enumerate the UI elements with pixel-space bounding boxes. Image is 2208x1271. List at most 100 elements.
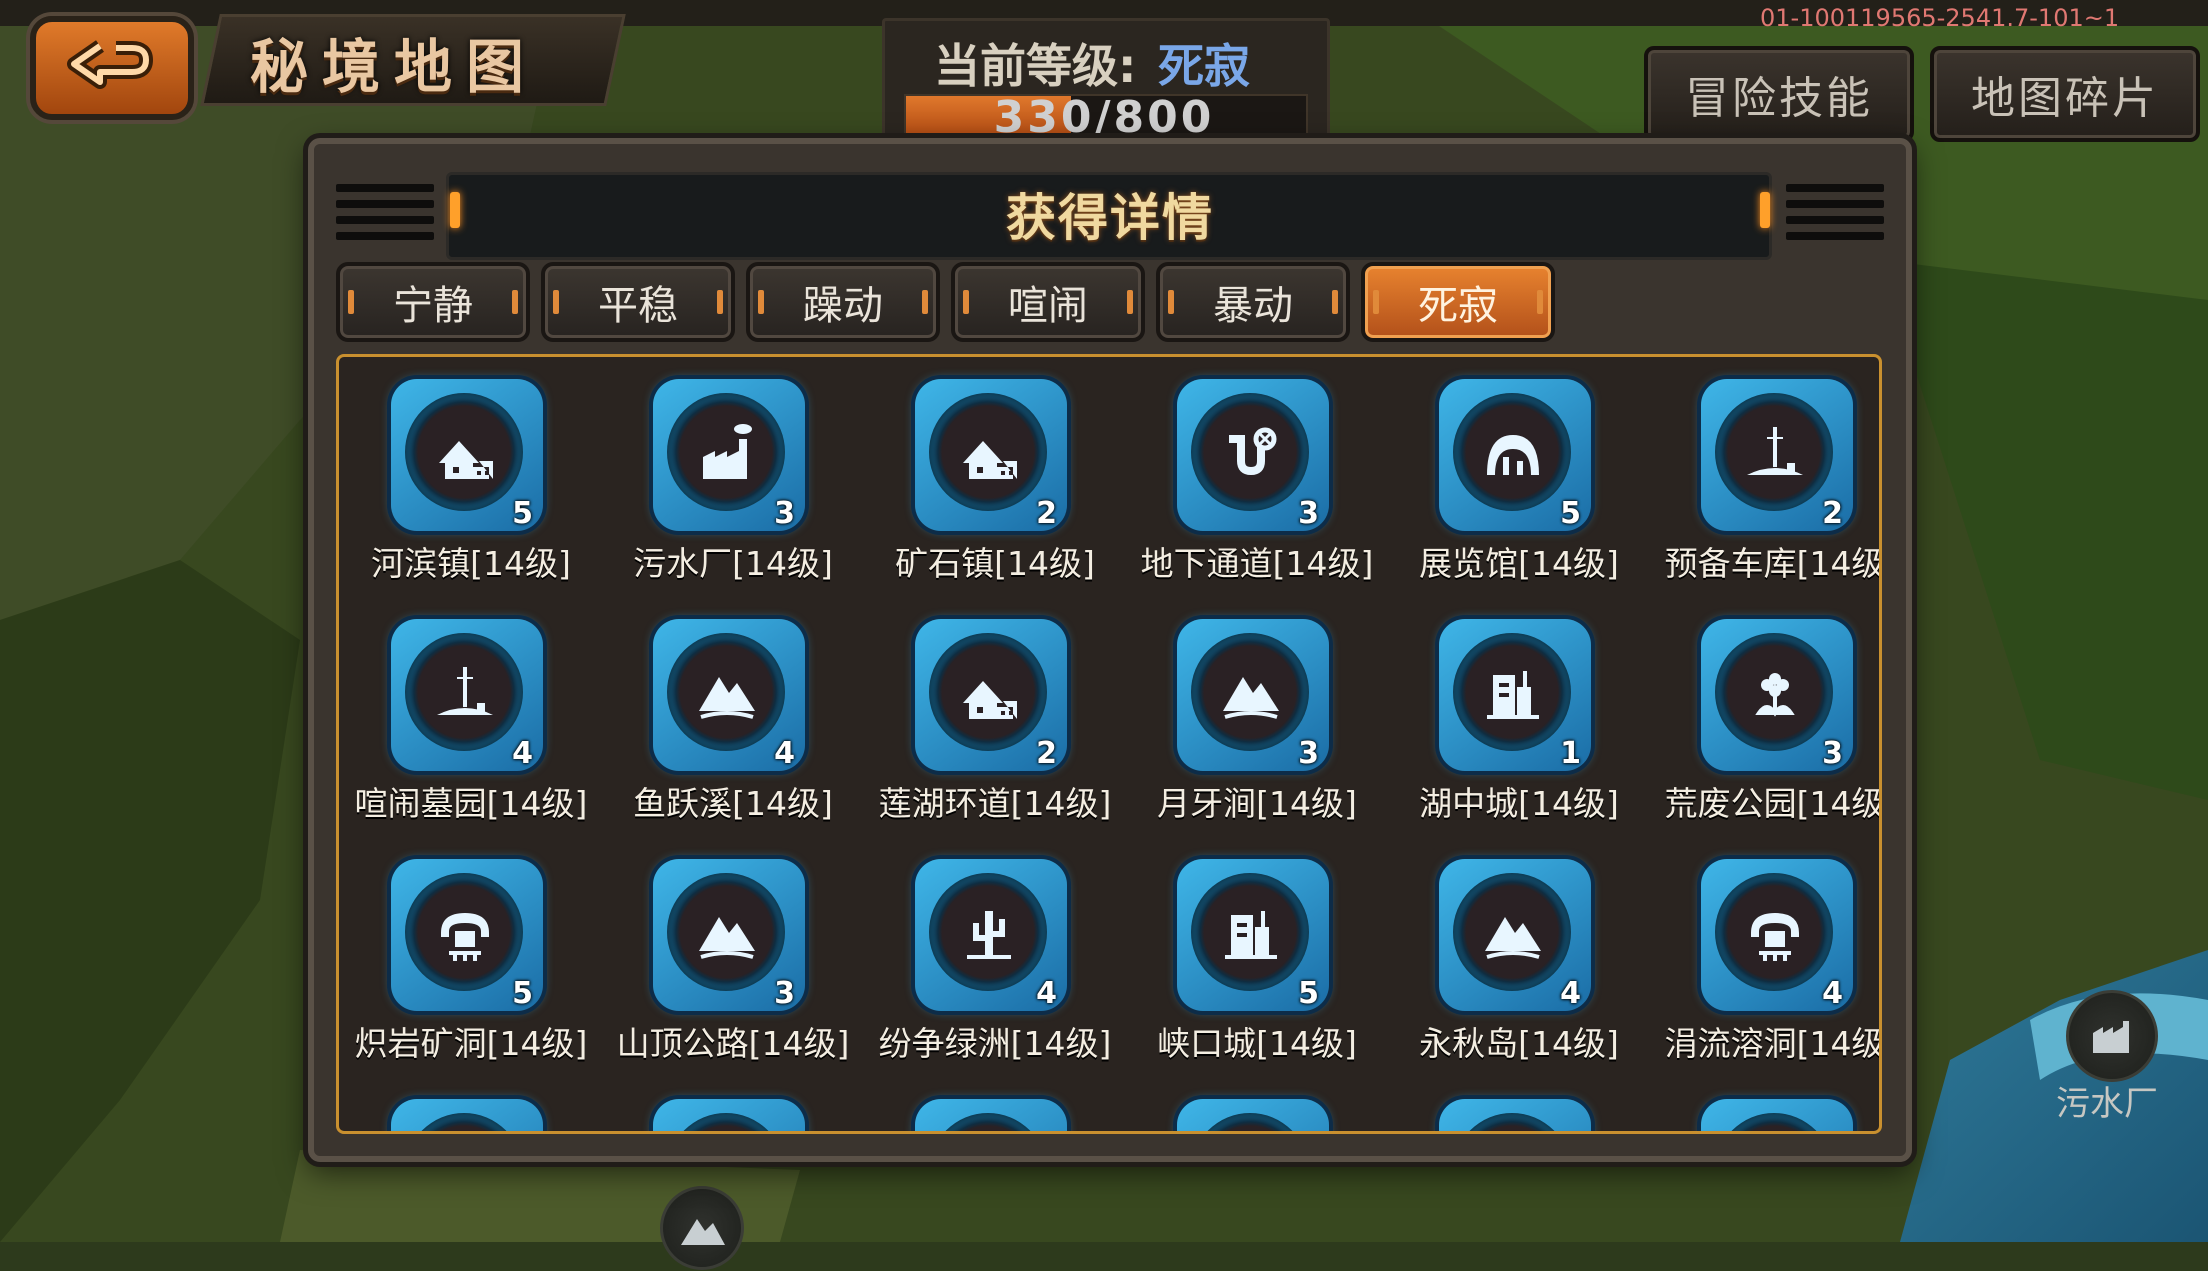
location-count: 2 [1036, 496, 1057, 531]
location-count: 3 [774, 496, 795, 531]
location-item[interactable]: 5 炽岩矿洞[14级] [343, 841, 599, 1071]
location-label: 炽岩矿洞[14级] [354, 1024, 588, 1063]
tab-1[interactable]: 平稳 [541, 262, 735, 342]
location-badge: 3 [1701, 619, 1853, 771]
back-button[interactable] [30, 16, 194, 120]
location-item[interactable]: 3 山顶公路[14级] [605, 841, 861, 1071]
location-count: 3 [1298, 496, 1319, 531]
location-badge [915, 1099, 1067, 1131]
location-count: 4 [1560, 976, 1581, 1011]
version-text: 01-100119565-2541.7-101~1 [1760, 4, 2120, 32]
location-item[interactable]: 2 莲湖环道[14级] [867, 601, 1123, 831]
tab-3[interactable]: 喧闹 [951, 262, 1145, 342]
tab-label: 平稳 [598, 283, 678, 329]
location-item[interactable]: 2 预备车库[14级] [1653, 361, 1879, 591]
badge-ring [929, 1113, 1047, 1131]
factory-icon [2093, 1021, 2129, 1053]
badge-ring [1715, 1113, 1833, 1131]
tab-nub [922, 290, 928, 314]
building-icon [1225, 911, 1277, 959]
location-count: 5 [1298, 976, 1319, 1011]
location-item[interactable]: 2 矿石镇[14级] [867, 361, 1123, 591]
location-count: 5 [512, 976, 533, 1011]
house-icon [439, 441, 493, 479]
mountain-icon [1223, 677, 1279, 719]
location-item-partial[interactable] [1391, 1081, 1647, 1131]
location-item[interactable]: 3 地下通道[14级] [1129, 361, 1385, 591]
location-item-partial[interactable] [1129, 1081, 1385, 1131]
tab-nub [1373, 290, 1379, 314]
location-count: 3 [1298, 736, 1319, 771]
location-item[interactable]: 5 河滨镇[14级] [343, 361, 599, 591]
location-item[interactable]: 4 涓流溶洞[14级] [1653, 841, 1879, 1071]
level-value: 死寂 [1158, 39, 1250, 93]
tab-nub [1537, 290, 1543, 314]
badge-ring [1191, 1113, 1309, 1131]
location-grid[interactable]: 5 河滨镇[14级] 3 污水厂[14级] 2 矿石镇[14级] 3 地下通道[14级] 5 展览… [336, 354, 1882, 1134]
location-count: 4 [512, 736, 533, 771]
location-item[interactable]: 5 峡口城[14级] [1129, 841, 1385, 1071]
location-item[interactable]: 4 喧闹墓园[14级] [343, 601, 599, 831]
tab-label: 暴动 [1213, 283, 1293, 329]
location-item-partial[interactable] [867, 1081, 1123, 1131]
location-label: 涓流溶洞[14级] [1664, 1024, 1882, 1063]
adventure-skill-button[interactable]: 冒险技能 [1644, 46, 1914, 142]
location-item[interactable]: 4 永秋岛[14级] [1391, 841, 1647, 1071]
tower-icon [1747, 427, 1803, 475]
location-badge: 2 [915, 379, 1067, 531]
location-badge: 2 [915, 619, 1067, 771]
map-marker-sewage-plant[interactable] [2066, 990, 2158, 1082]
location-label: 污水厂[14级] [633, 544, 833, 583]
location-item[interactable]: 1 湖中城[14级] [1391, 601, 1647, 831]
tab-0[interactable]: 宁静 [336, 262, 530, 342]
location-item-partial[interactable] [343, 1081, 599, 1131]
mountain-icon [699, 917, 755, 959]
location-label: 喧闹墓园[14级] [354, 784, 588, 823]
location-badge: 5 [1439, 379, 1591, 531]
tab-nub [512, 290, 518, 314]
location-count: 4 [774, 736, 795, 771]
location-label: 荒废公园[14级] [1664, 784, 1882, 823]
location-badge: 5 [391, 379, 543, 531]
location-count: 4 [1036, 976, 1057, 1011]
location-item[interactable]: 4 鱼跃溪[14级] [605, 601, 861, 831]
location-badge: 4 [915, 859, 1067, 1011]
mine-icon [441, 913, 489, 961]
location-item[interactable]: 4 纷争绿洲[14级] [867, 841, 1123, 1071]
screen-title: 秘境地图 [250, 33, 539, 101]
location-badge [391, 1099, 543, 1131]
location-item[interactable]: 3 月牙涧[14级] [1129, 601, 1385, 831]
factory-icon [703, 424, 752, 479]
house-icon [963, 681, 1017, 719]
location-label: 纷争绿洲[14级] [878, 1024, 1112, 1063]
tab-5[interactable]: 死寂 [1361, 262, 1555, 342]
back-arrow-icon [67, 40, 153, 89]
location-badge: 3 [1177, 619, 1329, 771]
tab-label: 躁动 [803, 283, 883, 329]
map-fragments-button[interactable]: 地图碎片 [1930, 46, 2200, 142]
location-item-partial[interactable] [1653, 1081, 1879, 1131]
location-badge [1701, 1099, 1853, 1131]
acquisition-details-dialog: 获得详情 宁静 平稳 躁动 喧闹 暴动 死寂 5 河滨镇[14级] 3 污水厂[14级] 2 矿石镇… [308, 138, 1912, 1162]
location-label: 鱼跃溪[14级] [633, 784, 833, 823]
tab-2[interactable]: 躁动 [746, 262, 940, 342]
location-badge [653, 1099, 805, 1131]
map-marker[interactable] [660, 1186, 744, 1270]
tab-label: 喧闹 [1008, 283, 1088, 329]
tab-label: 宁静 [393, 283, 473, 329]
location-label: 莲湖环道[14级] [878, 784, 1112, 823]
location-badge: 3 [653, 859, 805, 1011]
building-icon [1487, 671, 1539, 719]
location-item[interactable]: 5 展览馆[14级] [1391, 361, 1647, 591]
location-badge: 4 [391, 619, 543, 771]
location-badge: 4 [653, 619, 805, 771]
tab-nub [348, 290, 354, 314]
mountain-icon [699, 677, 755, 719]
location-item[interactable]: 3 荒废公园[14级] [1653, 601, 1879, 831]
location-label: 湖中城[14级] [1419, 784, 1619, 823]
location-item-partial[interactable] [605, 1081, 861, 1131]
location-count: 2 [1822, 496, 1843, 531]
top-bar: 秘境地图 当前等级: 死寂 330/800 01-100119565-2541.… [0, 0, 2208, 152]
tab-4[interactable]: 暴动 [1156, 262, 1350, 342]
location-item[interactable]: 3 污水厂[14级] [605, 361, 861, 591]
